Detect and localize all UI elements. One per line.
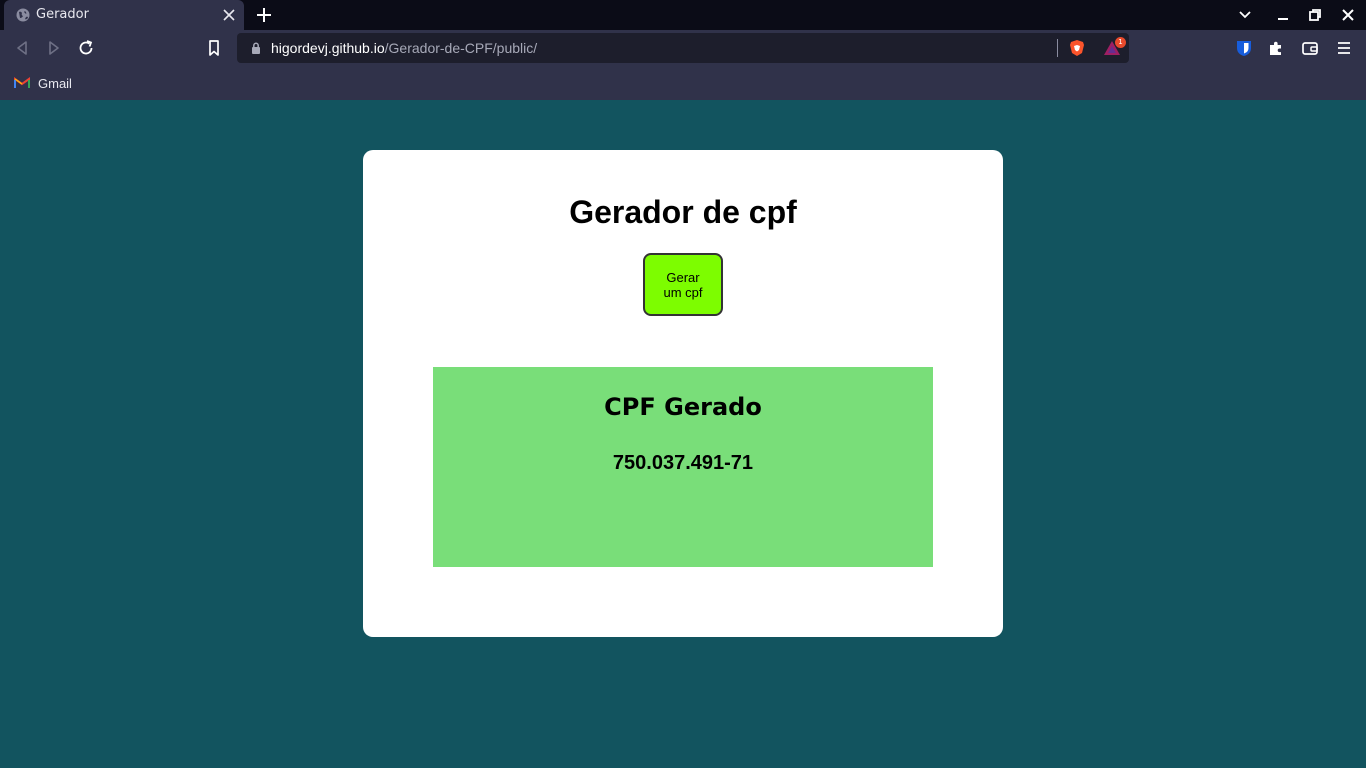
tab-title: Gerador (36, 7, 89, 22)
extensions-icon[interactable] (1266, 38, 1286, 58)
globe-icon (16, 8, 30, 22)
cpf-value: 750.037.491-71 (612, 452, 754, 474)
bookmark-gmail[interactable]: Gmail (14, 74, 72, 92)
url-path: /Gerador-de-CPF/public/ (384, 40, 538, 56)
generate-cpf-button[interactable]: Gerar um cpf (643, 253, 723, 316)
url-text: higordevj.github.io/Gerador-de-CPF/publi… (271, 40, 537, 56)
new-tab-icon[interactable] (254, 5, 274, 25)
menu-icon[interactable] (1334, 38, 1354, 58)
back-icon[interactable] (12, 38, 32, 58)
wallet-icon[interactable] (1300, 38, 1320, 58)
lock-icon (252, 42, 260, 54)
tab-list-icon[interactable] (1236, 6, 1254, 24)
minimize-icon[interactable] (1274, 6, 1292, 24)
result-panel: CPF Gerado 750.037.491-71 (433, 367, 933, 567)
gmail-icon (14, 77, 30, 88)
address-bar[interactable]: higordevj.github.io/Gerador-de-CPF/publi… (237, 33, 1129, 63)
url-host: higordevj.github.io (271, 40, 385, 56)
tab-strip: Gerador (0, 0, 1366, 30)
bookmarks-bar: Gmail (0, 66, 1366, 100)
bookmark-gmail-label: Gmail (38, 75, 72, 91)
brave-shields-icon[interactable] (1067, 38, 1087, 58)
generator-card: Gerador de cpf Gerar um cpf CPF Gerado 7… (363, 150, 1003, 637)
bookmark-icon[interactable] (204, 38, 224, 58)
reload-icon[interactable] (76, 38, 96, 58)
tab-active[interactable]: Gerador (4, 0, 244, 30)
rewards-badge: 1 (1115, 37, 1126, 48)
nav-toolbar: higordevj.github.io/Gerador-de-CPF/publi… (0, 30, 1366, 66)
page-title: Gerador de cpf (569, 194, 797, 230)
result-heading: CPF Gerado (604, 393, 762, 421)
restore-icon[interactable] (1306, 6, 1324, 24)
address-divider (1057, 39, 1058, 57)
forward-icon[interactable] (44, 38, 64, 58)
bitwarden-icon[interactable] (1234, 38, 1254, 58)
tab-close-icon[interactable] (220, 6, 238, 24)
close-window-icon[interactable] (1339, 6, 1357, 24)
